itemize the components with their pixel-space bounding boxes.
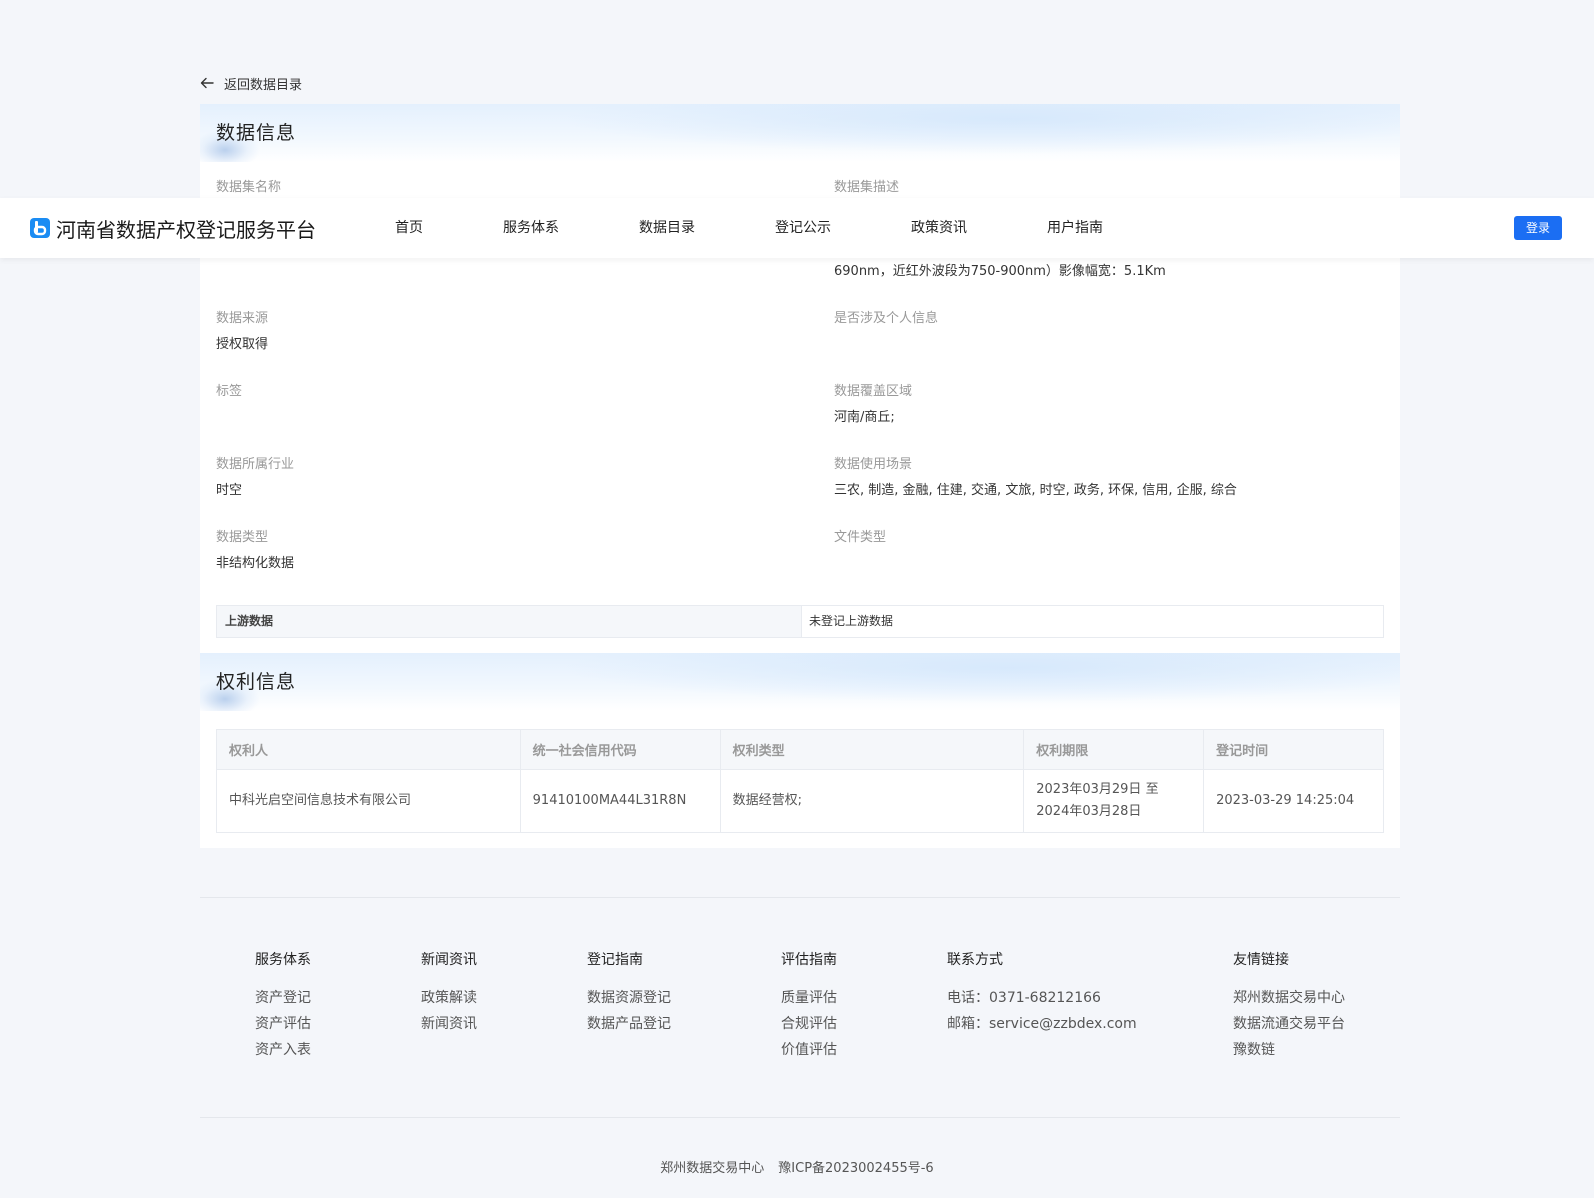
footer-column-evaluation-guide: 评估指南 质量评估 合规评估 价值评估 <box>781 952 837 1060</box>
copyright-line: 郑州数据交易中心 豫ICP备2023002455号-6 <box>0 1157 1594 1176</box>
arrow-left-icon <box>200 77 214 89</box>
footer-divider <box>200 1117 1400 1118</box>
right-period: 2023年03月29日 至 2024年03月28日 <box>1023 769 1205 833</box>
column-header: 权利人 <box>216 729 521 770</box>
footer-link[interactable]: 郑州数据交易中心 <box>1233 988 1345 1008</box>
footer-link[interactable]: 数据产品登记 <box>587 1014 671 1034</box>
table-row: 中科光启空间信息技术有限公司 91410100MA44L31R8N 数据经营权;… <box>216 769 1384 833</box>
nav-item-services[interactable]: 服务体系 <box>503 218 559 238</box>
icp-link[interactable]: 豫ICP备2023002455号-6 <box>778 1161 933 1176</box>
column-header: 权利期限 <box>1023 729 1205 770</box>
field-personal-info: 是否涉及个人信息 <box>834 311 939 326</box>
site-title[interactable]: 河南省数据产权登记服务平台 <box>56 214 316 243</box>
contact-email: 邮箱：service@zzbdex.com <box>947 1016 1137 1032</box>
column-header: 统一社会信用代码 <box>519 729 721 770</box>
description-line: 690nm，近红外波段为750-900nm）影像幅宽：5.1Km <box>834 264 1166 279</box>
footer-link[interactable]: 数据资源登记 <box>587 988 671 1008</box>
field-industry: 数据所属行业 时空 <box>216 455 776 501</box>
top-navbar: 河南省数据产权登记服务平台 首页 服务体系 数据目录 登记公示 政策资讯 用户指… <box>0 198 1594 258</box>
footer-column-friend-links: 友情链接 郑州数据交易中心 数据流通交易平台 豫数链 <box>1233 952 1345 1060</box>
footer-column-news: 新闻资讯 政策解读 新闻资讯 <box>421 952 477 1034</box>
source-value: 授权取得 <box>216 337 269 352</box>
coverage-value: 河南/商丘; <box>834 410 895 425</box>
registered-time: 2023-03-29 14:25:04 <box>1203 769 1384 833</box>
field-coverage: 数据覆盖区域 河南/商丘; <box>834 382 1394 428</box>
footer-link[interactable]: 质量评估 <box>781 988 837 1008</box>
data-info-header: 数据信息 <box>200 104 1400 162</box>
upstream-label: 上游数据 <box>217 606 802 637</box>
back-label: 返回数据目录 <box>224 77 303 93</box>
footer-link[interactable]: 政策解读 <box>421 988 477 1008</box>
field-dataset-description: 数据集描述 <box>834 180 900 195</box>
footer-link[interactable]: 资产入表 <box>255 1040 311 1060</box>
footer-column-services: 服务体系 资产登记 资产评估 资产入表 <box>255 952 311 1060</box>
nav-item-guide[interactable]: 用户指南 <box>1047 218 1103 238</box>
footer-divider <box>200 897 1400 898</box>
login-button[interactable]: 登录 <box>1514 216 1562 240</box>
rights-info-header: 权利信息 <box>200 653 1400 711</box>
footer-link[interactable]: 合规评估 <box>781 1014 837 1034</box>
nav-item-catalog[interactable]: 数据目录 <box>639 218 695 238</box>
rights-table: 权利人 统一社会信用代码 权利类型 权利期限 登记时间 中科光启空间信息技术有限… <box>216 729 1384 833</box>
field-data-type: 数据类型 非结构化数据 <box>216 528 776 574</box>
platform-logo-icon <box>30 218 50 238</box>
column-header: 登记时间 <box>1203 729 1384 770</box>
field-tags: 标签 <box>216 384 243 399</box>
back-to-catalog-link[interactable]: 返回数据目录 <box>200 72 302 94</box>
nav-item-policy[interactable]: 政策资讯 <box>911 218 967 238</box>
footer-link[interactable]: 资产登记 <box>255 988 311 1008</box>
contact-phone: 电话：0371-68212166 <box>947 990 1101 1006</box>
nav-item-home[interactable]: 首页 <box>395 218 423 238</box>
field-dataset-name: 数据集名称 <box>216 180 282 195</box>
field-scenarios: 数据使用场景 三农, 制造, 金融, 住建, 交通, 文旅, 时空, 政务, 环… <box>834 455 1394 501</box>
section-title: 权利信息 <box>216 671 297 693</box>
upstream-data-table: 上游数据 未登记上游数据 <box>216 605 1384 638</box>
field-source: 数据来源 授权取得 <box>216 309 776 355</box>
footer-link[interactable]: 资产评估 <box>255 1014 311 1034</box>
footer-link[interactable]: 价值评估 <box>781 1040 837 1060</box>
footer-link[interactable]: 豫数链 <box>1233 1040 1345 1060</box>
column-header: 权利类型 <box>719 729 1025 770</box>
right-type: 数据经营权; <box>719 769 1025 833</box>
nav-item-registry[interactable]: 登记公示 <box>775 218 831 238</box>
footer-column-registration-guide: 登记指南 数据资源登记 数据产品登记 <box>587 952 671 1034</box>
scenarios-value: 三农, 制造, 金融, 住建, 交通, 文旅, 时空, 政务, 环保, 信用, … <box>834 483 1237 498</box>
rights-holder: 中科光启空间信息技术有限公司 <box>216 769 521 833</box>
upstream-value: 未登记上游数据 <box>809 614 894 628</box>
industry-value: 时空 <box>216 483 243 498</box>
footer-column-contact: 联系方式 电话：0371-68212166 邮箱：service@zzbdex.… <box>947 952 1137 1032</box>
section-title: 数据信息 <box>216 122 297 144</box>
footer-link[interactable]: 新闻资讯 <box>421 1014 477 1034</box>
data-type-value: 非结构化数据 <box>216 556 295 571</box>
footer-org: 郑州数据交易中心 <box>660 1161 765 1176</box>
footer-link[interactable]: 数据流通交易平台 <box>1233 1014 1345 1034</box>
credit-code: 91410100MA44L31R8N <box>519 769 721 833</box>
table-header-row: 权利人 统一社会信用代码 权利类型 权利期限 登记时间 <box>216 729 1384 770</box>
field-file-type: 文件类型 <box>834 530 887 545</box>
